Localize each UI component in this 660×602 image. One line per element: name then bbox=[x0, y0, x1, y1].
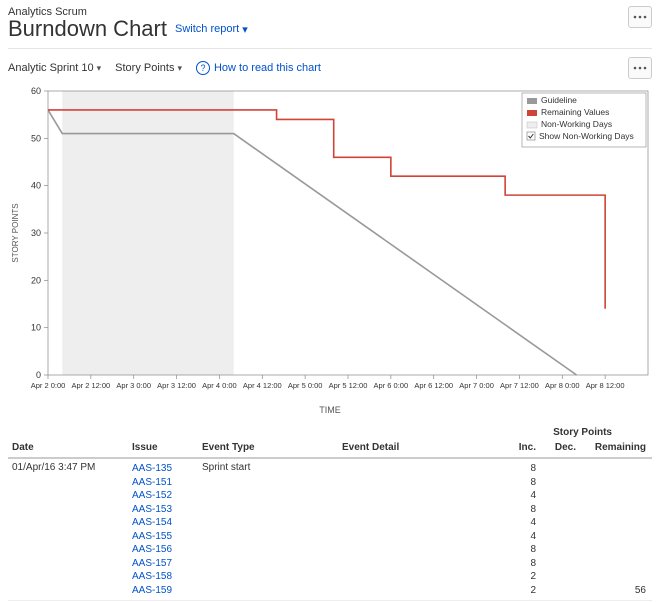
issue-link[interactable]: AAS-158 bbox=[132, 570, 192, 584]
switch-report-label: Switch report bbox=[175, 23, 239, 35]
svg-text:Apr 8 0:00: Apr 8 0:00 bbox=[545, 381, 580, 390]
chevron-down-icon: ▾ bbox=[97, 63, 102, 74]
col-event-detail[interactable]: Event Detail bbox=[338, 438, 502, 458]
svg-text:Apr 6 0:00: Apr 6 0:00 bbox=[374, 381, 409, 390]
show-non-working-days-checkbox[interactable]: Show Non-Working Days bbox=[539, 131, 634, 141]
inc-value: 8 bbox=[506, 557, 536, 571]
svg-text:Apr 7 0:00: Apr 7 0:00 bbox=[459, 381, 494, 390]
divider bbox=[8, 48, 652, 49]
inc-value: 8 bbox=[506, 543, 536, 557]
svg-text:Apr 3 0:00: Apr 3 0:00 bbox=[116, 381, 151, 390]
col-remaining[interactable]: Remaining bbox=[582, 438, 652, 458]
y-axis-label: STORY POINTS bbox=[11, 203, 20, 262]
event-date: 01/Apr/16 3:47 PM bbox=[12, 462, 95, 473]
svg-text:Apr 5 12:00: Apr 5 12:00 bbox=[329, 381, 368, 390]
event-type: Sprint start bbox=[202, 462, 250, 473]
col-event-type[interactable]: Event Type bbox=[198, 438, 338, 458]
story-points-super-header: Story Points bbox=[8, 427, 652, 438]
page-title: Burndown Chart bbox=[8, 16, 167, 42]
inc-value: 4 bbox=[506, 489, 536, 503]
svg-text:Non-Working Days: Non-Working Days bbox=[541, 119, 612, 129]
svg-text:Apr 4 0:00: Apr 4 0:00 bbox=[202, 381, 237, 390]
svg-text:30: 30 bbox=[31, 228, 41, 238]
svg-text:50: 50 bbox=[31, 133, 41, 143]
svg-text:Apr 3 12:00: Apr 3 12:00 bbox=[157, 381, 196, 390]
svg-text:60: 60 bbox=[31, 86, 41, 96]
inc-value: 2 bbox=[506, 570, 536, 584]
more-actions-button[interactable] bbox=[628, 6, 652, 28]
sprint-dropdown[interactable]: Analytic Sprint 10 ▾ bbox=[8, 62, 101, 74]
burndown-chart: 0 10 20 30 40 50 60 STORY POINTS Apr 2 0:00 Apr 2… bbox=[8, 85, 652, 409]
inc-value: 2 bbox=[506, 584, 536, 598]
chevron-down-icon: ▾ bbox=[239, 23, 248, 36]
svg-text:Apr 5 0:00: Apr 5 0:00 bbox=[288, 381, 323, 390]
issue-link[interactable]: AAS-152 bbox=[132, 489, 192, 503]
inc-value: 4 bbox=[506, 516, 536, 530]
issue-link[interactable]: AAS-151 bbox=[132, 476, 192, 490]
issue-link[interactable]: AAS-157 bbox=[132, 557, 192, 571]
help-link[interactable]: ? How to read this chart bbox=[196, 61, 321, 75]
issue-link[interactable]: AAS-135 bbox=[132, 462, 192, 476]
measure-dropdown[interactable]: Story Points ▾ bbox=[115, 62, 182, 74]
issue-link[interactable]: AAS-159 bbox=[132, 584, 192, 598]
issue-link[interactable]: AAS-153 bbox=[132, 503, 192, 517]
col-inc[interactable]: Inc. bbox=[502, 438, 542, 458]
ellipsis-icon bbox=[633, 66, 647, 70]
svg-text:Apr 6 12:00: Apr 6 12:00 bbox=[414, 381, 453, 390]
svg-text:10: 10 bbox=[31, 323, 41, 333]
issue-link[interactable]: AAS-156 bbox=[132, 543, 192, 557]
svg-text:Guideline: Guideline bbox=[541, 95, 577, 105]
issue-link[interactable]: AAS-154 bbox=[132, 516, 192, 530]
svg-text:0: 0 bbox=[36, 370, 41, 380]
help-icon: ? bbox=[196, 61, 210, 75]
svg-text:Apr 4 12:00: Apr 4 12:00 bbox=[243, 381, 282, 390]
remaining-value: 56 bbox=[586, 584, 646, 598]
events-table: Date Issue Event Type Event Detail Inc. … bbox=[8, 438, 652, 601]
issue-link[interactable]: AAS-155 bbox=[132, 530, 192, 544]
svg-text:Remaining Values: Remaining Values bbox=[541, 107, 609, 117]
ellipsis-icon bbox=[633, 15, 647, 19]
inc-value: 8 bbox=[506, 462, 536, 476]
svg-text:Apr 2 12:00: Apr 2 12:00 bbox=[71, 381, 110, 390]
inc-value: 4 bbox=[506, 530, 536, 544]
svg-text:40: 40 bbox=[31, 181, 41, 191]
svg-text:20: 20 bbox=[31, 275, 41, 285]
sprint-dropdown-label: Analytic Sprint 10 bbox=[8, 62, 94, 74]
inc-value: 8 bbox=[506, 503, 536, 517]
events-table-section: Story Points Date Issue Event Type Event… bbox=[8, 427, 652, 601]
svg-text:Apr 7 12:00: Apr 7 12:00 bbox=[500, 381, 539, 390]
chevron-down-icon: ▾ bbox=[177, 63, 182, 74]
col-issue[interactable]: Issue bbox=[128, 438, 198, 458]
switch-report-link[interactable]: Switch report ▾ bbox=[175, 23, 248, 36]
svg-text:Apr 8 12:00: Apr 8 12:00 bbox=[586, 381, 625, 390]
table-header-row: Date Issue Event Type Event Detail Inc. … bbox=[8, 438, 652, 458]
chart-actions-button[interactable] bbox=[628, 57, 652, 79]
measure-dropdown-label: Story Points bbox=[115, 62, 174, 74]
col-dec[interactable]: Dec. bbox=[542, 438, 582, 458]
table-row: 01/Apr/16 3:47 PMAAS-135AAS-151AAS-152AA… bbox=[8, 458, 652, 601]
inc-value: 8 bbox=[506, 476, 536, 490]
svg-text:Apr 2 0:00: Apr 2 0:00 bbox=[31, 381, 66, 390]
help-link-label: How to read this chart bbox=[214, 62, 321, 74]
col-date[interactable]: Date bbox=[8, 438, 128, 458]
